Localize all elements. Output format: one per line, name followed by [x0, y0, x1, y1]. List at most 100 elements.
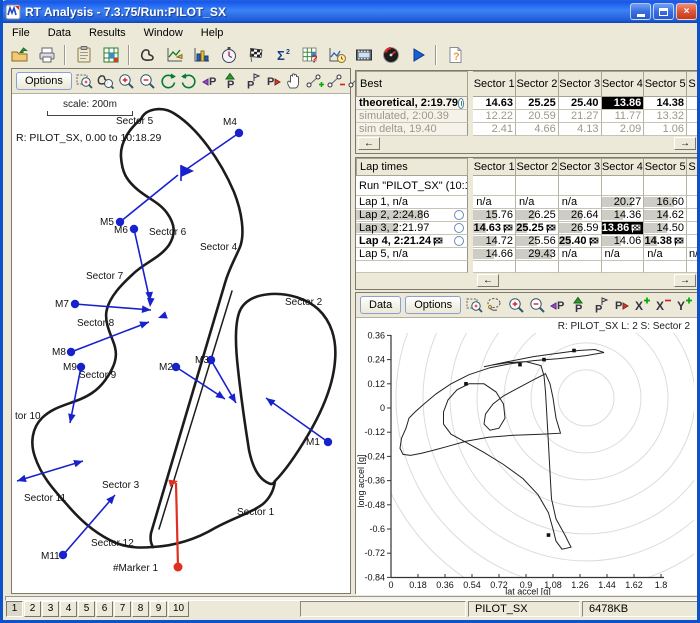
map-marker-back-button[interactable]: P — [200, 70, 221, 92]
page-tab-2[interactable]: 2 — [24, 601, 41, 617]
page-tab-8[interactable]: 8 — [132, 601, 149, 617]
gauge-button[interactable] — [377, 43, 404, 68]
page-tab-5[interactable]: 5 — [78, 601, 95, 617]
map-fit-track-button[interactable] — [95, 70, 116, 92]
track-button[interactable] — [134, 43, 161, 68]
column-header-sector-4[interactable]: Sector 4 — [602, 158, 645, 176]
gg-plot[interactable]: 0.360.240.120-0.12-0.24-0.36-0.48-0.6-0.… — [356, 331, 700, 595]
map-marker-up-button[interactable]: P — [221, 70, 242, 92]
gg-marker-back-button[interactable]: P — [547, 294, 568, 316]
sector-split-lines[interactable] — [16, 133, 328, 555]
gg-y-minus-button[interactable]: Y — [694, 294, 700, 316]
lap-row[interactable]: Lap 3, 2:21.9714.6325.2526.5913.8614.50 — [356, 222, 698, 235]
map-box-zoom-button[interactable] — [74, 70, 95, 92]
column-header-sector-2[interactable]: Sector 2 — [516, 158, 559, 176]
map-zoom-out-button[interactable] — [137, 70, 158, 92]
track-markers[interactable]: M1M2M3M4M5M6M7M8M9M11 — [41, 117, 332, 562]
run-row[interactable]: Run "PILOT_SX" (10:18.29) — [356, 176, 698, 196]
lap-row[interactable]: Lap 2, 2:24.8615.7626.2526.6414.3614.62 — [356, 209, 698, 222]
menu-results[interactable]: Results — [80, 25, 135, 41]
map-zoom-in-button[interactable] — [116, 70, 137, 92]
setup-grid-button[interactable] — [97, 43, 124, 68]
gg-x-minus-button[interactable]: X — [652, 294, 673, 316]
best-row[interactable]: sim delta, 19.402.414.664.132.091.06 — [356, 123, 698, 136]
map-rotate-ccw-button[interactable] — [179, 70, 200, 92]
column-header-sector-1[interactable]: Sector 1 — [473, 71, 516, 97]
marker-dot-m9[interactable] — [77, 363, 85, 371]
column-header-sector-1[interactable]: Sector 1 — [473, 158, 516, 176]
page-tab-6[interactable]: 6 — [96, 601, 113, 617]
sigma-button[interactable]: Σ2 — [269, 43, 296, 68]
help-button[interactable]: ? — [441, 43, 468, 68]
menu-data[interactable]: Data — [39, 25, 80, 41]
map-rotate-cw-button[interactable] — [158, 70, 179, 92]
lap-row[interactable]: Lap 5, n/a14.6629.43n/an/an/an/a — [356, 248, 698, 261]
column-header-sector-4[interactable]: Sector 4 — [602, 71, 645, 97]
gg-marker-forward-button[interactable]: P — [610, 294, 631, 316]
gg-x-plus-button[interactable]: X — [631, 294, 652, 316]
map-marker-flag-button[interactable]: P — [242, 70, 263, 92]
best-row[interactable]: theoretical, 2:19.7914.6325.2525.4013.86… — [356, 97, 698, 110]
open-run-button[interactable] — [6, 43, 33, 68]
page-tab-10[interactable]: 10 — [168, 601, 189, 617]
gg-lasso-button[interactable] — [484, 294, 505, 316]
print-button[interactable] — [33, 43, 60, 68]
analysis-button[interactable] — [161, 43, 188, 68]
gg-y-plus-button[interactable]: Y — [673, 294, 694, 316]
stopwatch-button[interactable] — [215, 43, 242, 68]
marker-dot-m1[interactable] — [324, 438, 332, 446]
laptimes-scroll-right-button[interactable]: → — [674, 274, 696, 287]
user-marker[interactable]: #Marker 1 — [113, 477, 183, 574]
lap-row[interactable]: Lap 4, 2:21.2414.7225.5625.4014.0614.38 — [356, 235, 698, 248]
laptimes-scroll-left-button[interactable]: ← — [477, 274, 499, 287]
clipboard-button[interactable] — [70, 43, 97, 68]
map-marker-forward-button[interactable]: P — [263, 70, 284, 92]
lap-select-circle[interactable] — [454, 210, 464, 220]
gg-data-button[interactable]: Data — [360, 296, 401, 314]
minimize-button[interactable] — [630, 3, 651, 20]
gg-options-button[interactable]: Options — [405, 296, 461, 314]
play-button[interactable] — [404, 43, 431, 68]
map-remove-node-button[interactable] — [326, 70, 347, 92]
close-button[interactable]: × — [676, 3, 697, 20]
page-tab-4[interactable]: 4 — [60, 601, 77, 617]
column-header-sector-5[interactable]: Sector 5 — [644, 71, 687, 97]
page-tab-3[interactable]: 3 — [42, 601, 59, 617]
column-header-sector-3[interactable]: Sector 3 — [559, 158, 602, 176]
marker-dot-m7[interactable] — [71, 300, 79, 308]
marker-dot-m2[interactable] — [172, 363, 180, 371]
chart-time-button[interactable] — [323, 43, 350, 68]
title-bar[interactable]: RT Analysis - 7.3.75/Run:PILOT_SX × — [0, 0, 700, 23]
grid-query-button[interactable]: ? — [296, 43, 323, 68]
gg-zoom-out-button[interactable] — [526, 294, 547, 316]
menu-help[interactable]: Help — [192, 25, 233, 41]
film-button[interactable] — [350, 43, 377, 68]
best-active-radio[interactable] — [458, 98, 464, 109]
menu-window[interactable]: Window — [135, 25, 192, 41]
map-add-node-button[interactable] — [305, 70, 326, 92]
marker-dot-m4[interactable] — [235, 129, 243, 137]
marker-dot-m11[interactable] — [59, 551, 67, 559]
lap-row[interactable]: Lap 1, n/an/an/an/a20.2716.60 — [356, 196, 698, 209]
gg-box-zoom-button[interactable] — [463, 294, 484, 316]
column-header-sector-3[interactable]: Sector 3 — [559, 71, 602, 97]
bar-chart-button[interactable] — [188, 43, 215, 68]
best-scroll-right-button[interactable]: → — [674, 137, 696, 150]
gg-marker-flag-button[interactable]: P — [589, 294, 610, 316]
page-tab-1[interactable]: 1 — [6, 601, 23, 617]
track-map[interactable]: scale: 200m R: PILOT_SX, 0.00 to 10:18.2… — [13, 95, 349, 592]
column-header-sector-2[interactable]: Sector 2 — [516, 71, 559, 97]
marker-dot-m8[interactable] — [67, 348, 75, 356]
gg-marker-up-button[interactable]: P — [568, 294, 589, 316]
maximize-button[interactable] — [653, 3, 674, 20]
finish-flag-button[interactable] — [242, 43, 269, 68]
menu-file[interactable]: File — [3, 25, 39, 41]
gg-zoom-in-button[interactable] — [505, 294, 526, 316]
marker-dot-m6[interactable] — [130, 225, 138, 233]
lap-select-circle[interactable] — [454, 223, 464, 233]
map-pan-hand-button[interactable] — [284, 70, 305, 92]
best-scroll-left-button[interactable]: ← — [358, 137, 380, 150]
best-row[interactable]: simulated, 2:00.3912.2220.5921.2711.7713… — [356, 110, 698, 123]
column-header-sector-5[interactable]: Sector 5 — [644, 158, 687, 176]
lap-select-circle[interactable] — [454, 236, 464, 246]
